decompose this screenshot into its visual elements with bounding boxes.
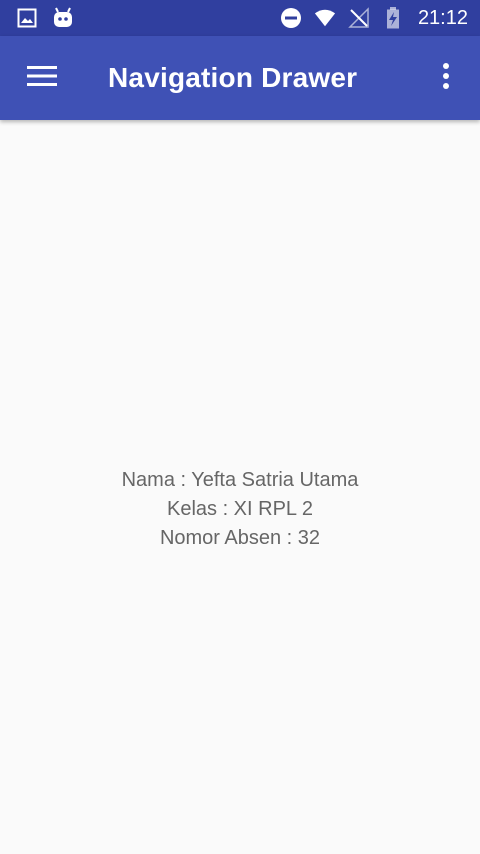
status-right: 21:12: [280, 7, 468, 30]
gallery-icon: [16, 7, 38, 29]
status-left: [16, 7, 74, 29]
name-text: Nama : Yefta Satria Utama: [121, 468, 359, 491]
main-content: Nama : Yefta Satria Utama Kelas : XI RPL…: [0, 120, 480, 854]
more-vert-icon: [442, 62, 450, 94]
class-text: Kelas : XI RPL 2: [166, 497, 313, 520]
do-not-disturb-icon: [280, 7, 302, 29]
attendance-number-text: Nomor Absen : 32: [159, 526, 321, 549]
menu-button[interactable]: [14, 50, 70, 106]
status-bar: 21:12: [0, 0, 480, 36]
overflow-menu-button[interactable]: [424, 50, 468, 106]
status-time: 21:12: [417, 6, 468, 29]
hamburger-menu-icon: [27, 65, 57, 92]
student-info: Nama : Yefta Satria Utama Kelas : XI RPL…: [122, 466, 359, 553]
battery-charging-icon: [382, 7, 404, 29]
app-bar: Navigation Drawer: [0, 36, 480, 120]
no-signal-icon: [348, 7, 370, 29]
app-title: Navigation Drawer: [108, 62, 358, 93]
wifi-icon: [314, 7, 336, 29]
android-icon: [52, 7, 74, 29]
